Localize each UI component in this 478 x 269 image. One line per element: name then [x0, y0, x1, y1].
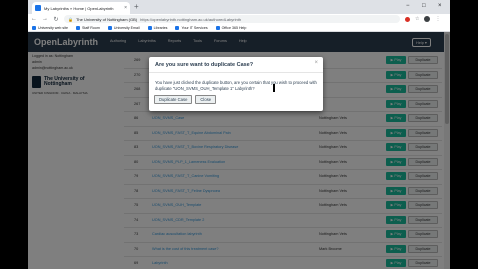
bookmark-icon: [215, 25, 220, 30]
bookmark-item[interactable]: Your IT Services: [175, 25, 208, 30]
bookmark-icon: [32, 25, 36, 30]
minimize-button[interactable]: −: [406, 1, 410, 11]
bookmarks-bar: University web site Staff Room Universit…: [28, 24, 450, 32]
close-button[interactable]: Close: [195, 95, 217, 104]
maximize-button[interactable]: □: [422, 1, 426, 11]
modal-header: Are you sure want to duplicate Case? ×: [149, 57, 323, 73]
bookmark-icon: [175, 25, 180, 30]
modal-title: Are you sure want to duplicate Case?: [155, 62, 254, 68]
new-tab-button[interactable]: +: [134, 2, 139, 12]
address-bar[interactable]: 🔒 The University of Nottingham (GB) http…: [64, 15, 400, 23]
tab-close-icon[interactable]: ×: [124, 5, 127, 11]
favicon-icon: [35, 5, 41, 11]
bookmark-item[interactable]: Libraries: [147, 25, 167, 30]
profile-icon[interactable]: [424, 16, 431, 22]
lock-icon[interactable]: 🔒: [68, 17, 73, 22]
bookmark-item[interactable]: University Email: [107, 25, 140, 30]
menu-icon[interactable]: ⋮: [435, 16, 440, 22]
forward-button[interactable]: →: [42, 16, 48, 22]
browser-toolbar: ← → ↻ 🔒 The University of Nottingham (GB…: [28, 14, 450, 24]
bookmark-item[interactable]: Office 365 Help: [215, 25, 246, 30]
reload-button[interactable]: ↻: [53, 16, 59, 23]
bookmark-item[interactable]: Staff Room: [75, 25, 100, 30]
modal-footer: Duplicate Case Close: [154, 95, 217, 104]
extension-icon[interactable]: [405, 16, 410, 22]
text-cursor-icon: [273, 84, 275, 92]
tab-strip: My Labyrinths » Home | OpenLabyrinth × +…: [28, 0, 450, 14]
back-button[interactable]: ←: [31, 16, 37, 22]
tab-title: My Labyrinths » Home | OpenLabyrinth: [44, 5, 114, 11]
browser-window: My Labyrinths » Home | OpenLabyrinth × +…: [28, 0, 450, 269]
duplicate-case-button[interactable]: Duplicate Case: [154, 95, 193, 104]
duplicate-modal: Are you sure want to duplicate Case? × Y…: [149, 57, 323, 111]
bookmark-icon: [75, 25, 80, 30]
modal-body: You have just clicked the duplicate butt…: [155, 80, 317, 91]
close-window-button[interactable]: ×: [438, 1, 442, 11]
bookmark-icon: [107, 25, 112, 30]
url-text[interactable]: https://openlabyrinth.nottingham.ac.uk/a…: [140, 17, 241, 22]
close-icon[interactable]: ×: [314, 60, 318, 66]
site-identity: The University of Nottingham (GB): [75, 16, 138, 22]
browser-tab[interactable]: My Labyrinths » Home | OpenLabyrinth ×: [32, 2, 130, 14]
bookmark-icon: [147, 25, 152, 30]
bookmark-item[interactable]: University web site: [32, 25, 68, 30]
star-icon[interactable]: ☆: [415, 16, 419, 22]
